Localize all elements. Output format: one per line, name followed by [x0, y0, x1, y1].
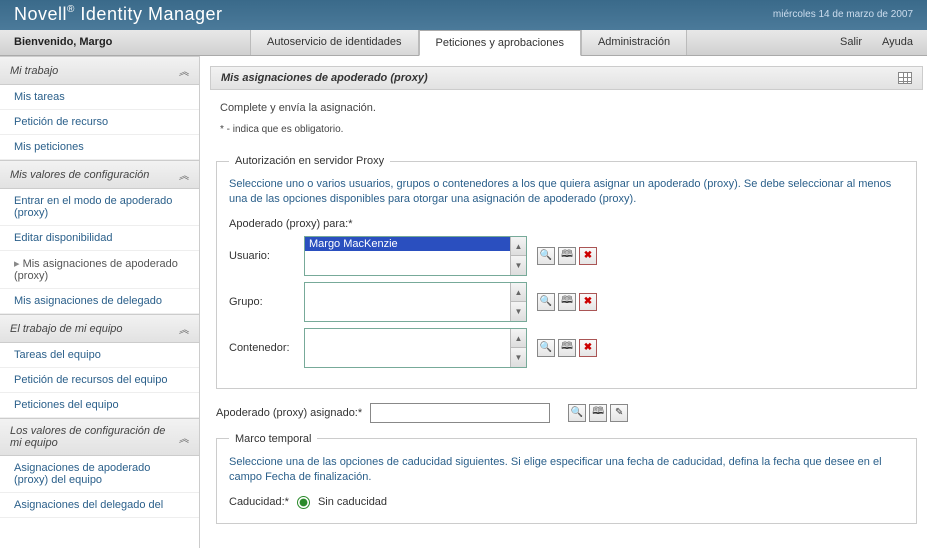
- logout-link[interactable]: Salir: [840, 36, 862, 49]
- timeframe-legend: Marco temporal: [229, 433, 317, 445]
- expiry-none-label: Sin caducidad: [318, 496, 387, 508]
- sidebar-item-team-resource-request[interactable]: Petición de recursos del equipo: [0, 368, 199, 393]
- group-listbox[interactable]: [305, 283, 510, 321]
- sidebar-item-team-requests[interactable]: Peticiones del equipo: [0, 393, 199, 418]
- history-icon[interactable]: 🕮: [558, 293, 576, 311]
- row-user: Usuario: Margo MacKenzie ▲▼ 🔍 🕮 ✖: [229, 236, 904, 276]
- sidebar-group-mywork[interactable]: Mi trabajo︽: [0, 56, 199, 85]
- chevron-icon: ︽: [179, 321, 189, 336]
- search-icon[interactable]: 🔍: [568, 404, 586, 422]
- sidebar-group-teamsettings[interactable]: Los valores de configuración de mi equip…: [0, 418, 199, 456]
- help-link[interactable]: Ayuda: [882, 36, 913, 49]
- proxy-auth-legend: Autorización en servidor Proxy: [229, 155, 390, 167]
- proxy-for-label: Apoderado (proxy) para:*: [229, 218, 904, 230]
- sidebar-item-my-tasks[interactable]: Mis tareas: [0, 85, 199, 110]
- user-selected[interactable]: Margo MacKenzie: [305, 237, 510, 251]
- history-icon[interactable]: 🕮: [558, 339, 576, 357]
- sidebar-item-my-requests[interactable]: Mis peticiones: [0, 135, 199, 160]
- container-listbox[interactable]: [305, 329, 510, 367]
- required-note: * - indica que es obligatorio.: [210, 120, 923, 149]
- proxy-auth-help: Seleccione uno o varios usuarios, grupos…: [229, 177, 904, 208]
- sidebar-group-teamwork[interactable]: El trabajo de mi equipo︽: [0, 314, 199, 343]
- scroll-down-icon[interactable]: ▼: [511, 302, 526, 321]
- search-icon[interactable]: 🔍: [537, 293, 555, 311]
- sidebar-item-my-delegate-assignments[interactable]: Mis asignaciones de delegado: [0, 289, 199, 314]
- assigned-label: Apoderado (proxy) asignado:*: [216, 407, 362, 419]
- sidebar-item-team-tasks[interactable]: Tareas del equipo: [0, 343, 199, 368]
- user-listbox[interactable]: Margo MacKenzie: [305, 237, 510, 275]
- sidebar-item-team-delegate-assignments[interactable]: Asignaciones del delegado del: [0, 493, 199, 518]
- tab-administration[interactable]: Administración: [581, 30, 687, 55]
- scroll-up-icon[interactable]: ▲: [511, 283, 526, 303]
- sidebar-item-my-proxy-assignments[interactable]: Mis asignaciones de apoderado (proxy): [0, 251, 199, 289]
- topbar: Bienvenido, Margo Autoservicio de identi…: [0, 30, 927, 56]
- banner-date: miércoles 14 de marzo de 2007: [773, 9, 913, 20]
- expiry-none-radio[interactable]: [297, 496, 310, 509]
- panel-title: Mis asignaciones de apoderado (proxy): [221, 72, 428, 84]
- main-tabs: Autoservicio de identidades Peticiones y…: [250, 30, 826, 55]
- edit-icon[interactable]: ✎: [610, 404, 628, 422]
- remove-icon[interactable]: ✖: [579, 339, 597, 357]
- group-label: Grupo:: [229, 296, 304, 308]
- top-links: Salir Ayuda: [826, 30, 927, 55]
- sidebar-group-mysettings[interactable]: Mis valores de configuración︽: [0, 160, 199, 189]
- scroll-up-icon[interactable]: ▲: [511, 237, 526, 257]
- sidebar-item-resource-request[interactable]: Petición de recurso: [0, 110, 199, 135]
- history-icon[interactable]: 🕮: [558, 247, 576, 265]
- welcome-text: Bienvenido, Margo: [0, 30, 250, 55]
- user-label: Usuario:: [229, 250, 304, 262]
- tab-identity-selfservice[interactable]: Autoservicio de identidades: [250, 30, 419, 55]
- search-icon[interactable]: 🔍: [537, 247, 555, 265]
- remove-icon[interactable]: ✖: [579, 293, 597, 311]
- instruction-text: Complete y envía la asignación.: [210, 90, 923, 120]
- assigned-row: Apoderado (proxy) asignado:* 🔍 🕮 ✎: [216, 403, 917, 423]
- banner: Novell® Identity Manager miércoles 14 de…: [0, 0, 927, 30]
- chevron-icon: ︽: [179, 63, 189, 78]
- history-icon[interactable]: 🕮: [589, 404, 607, 422]
- row-container: Contenedor: ▲▼ 🔍 🕮 ✖: [229, 328, 904, 368]
- sidebar: Mi trabajo︽ Mis tareas Petición de recur…: [0, 56, 200, 548]
- grid-icon[interactable]: [898, 72, 912, 84]
- search-icon[interactable]: 🔍: [537, 339, 555, 357]
- sidebar-item-team-proxy-assignments[interactable]: Asignaciones de apoderado (proxy) del eq…: [0, 456, 199, 493]
- panel-header: Mis asignaciones de apoderado (proxy): [210, 66, 923, 90]
- container-label: Contenedor:: [229, 342, 304, 354]
- product-title: Novell® Identity Manager: [14, 4, 223, 25]
- chevron-icon: ︽: [179, 430, 189, 445]
- expiry-label: Caducidad:*: [229, 496, 289, 508]
- timeframe-help: Seleccione una de las opciones de caduci…: [229, 455, 904, 486]
- scroll-down-icon[interactable]: ▼: [511, 348, 526, 367]
- timeframe-fieldset: Marco temporal Seleccione una de las opc…: [216, 433, 917, 524]
- chevron-icon: ︽: [179, 167, 189, 182]
- content: Mis asignaciones de apoderado (proxy) Co…: [200, 56, 927, 548]
- scroll-up-icon[interactable]: ▲: [511, 329, 526, 349]
- sidebar-item-edit-availability[interactable]: Editar disponibilidad: [0, 226, 199, 251]
- tab-requests-approvals[interactable]: Peticiones y aprobaciones: [419, 30, 581, 56]
- sidebar-item-enter-proxy[interactable]: Entrar en el modo de apoderado (proxy): [0, 189, 199, 226]
- proxy-auth-fieldset: Autorización en servidor Proxy Seleccion…: [216, 155, 917, 389]
- assigned-input[interactable]: [370, 403, 550, 423]
- scroll-down-icon[interactable]: ▼: [511, 256, 526, 275]
- remove-icon[interactable]: ✖: [579, 247, 597, 265]
- row-group: Grupo: ▲▼ 🔍 🕮 ✖: [229, 282, 904, 322]
